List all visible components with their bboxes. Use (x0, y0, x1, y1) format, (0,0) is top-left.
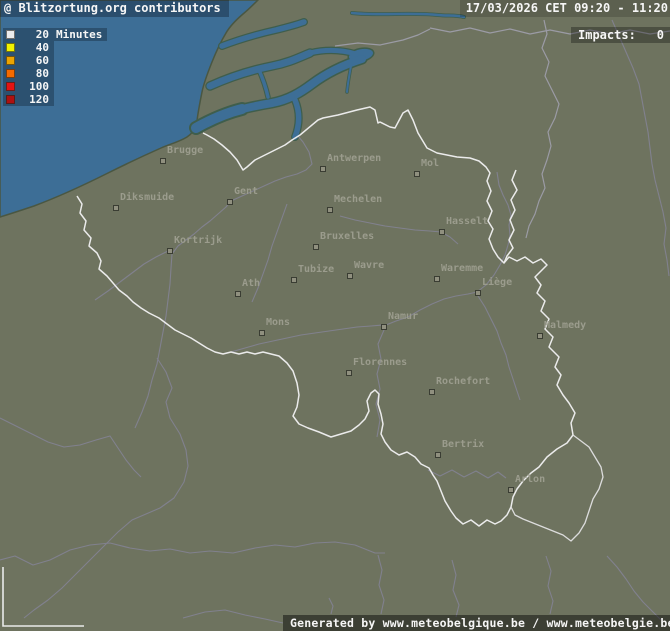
legend-swatch-120 (6, 95, 15, 104)
city-label-kortrijk: Kortrijk (174, 235, 222, 247)
legend-minutes-value: 40 (15, 41, 49, 54)
city-label-mechelen: Mechelen (334, 194, 382, 206)
city-marker-florennes (346, 370, 352, 376)
legend-minutes-value: 120 (15, 93, 49, 106)
city-marker-gent (227, 199, 233, 205)
city-marker-bertrix (435, 452, 441, 458)
legend-row-120: 120 (3, 93, 54, 106)
legend-swatch-20 (6, 30, 15, 39)
city-marker-hasselt (439, 229, 445, 235)
legend-minutes-value: 80 (15, 67, 49, 80)
city-marker-tubize (291, 277, 297, 283)
attribution-text: @ Blitzortung.org contributors (4, 1, 221, 15)
impacts-counter: Impacts: 0 (571, 27, 670, 43)
legend-swatch-80 (6, 69, 15, 78)
city-label-mol: Mol (421, 158, 439, 170)
impacts-value: 0 (657, 27, 664, 43)
legend-swatch-60 (6, 56, 15, 65)
city-marker-namur (381, 324, 387, 330)
age-legend: 20 Minutes 406080100120 (3, 28, 107, 106)
legend-row-60: 60 (3, 54, 54, 67)
city-label-bruxelles: Bruxelles (320, 231, 374, 243)
city-label-namur: Namur (388, 311, 418, 323)
legend-swatch-40 (6, 43, 15, 52)
impacts-label: Impacts: (578, 27, 636, 43)
city-label-malmedy: Malmedy (544, 320, 586, 332)
city-label-ath: Ath (242, 278, 260, 290)
city-marker-brugge (160, 158, 166, 164)
city-label-bertrix: Bertrix (442, 439, 484, 451)
city-marker-mol (414, 171, 420, 177)
city-label-mons: Mons (266, 317, 290, 329)
city-marker-wavre (347, 273, 353, 279)
city-label-arlon: Arlon (515, 474, 545, 486)
city-label-wavre: Wavre (354, 260, 384, 272)
city-marker-mechelen (327, 207, 333, 213)
city-marker-antwerpen (320, 166, 326, 172)
city-label-diksmuide: Diksmuide (120, 192, 174, 204)
city-label-antwerpen: Antwerpen (327, 153, 381, 165)
city-label-hasselt: Hasselt (446, 216, 488, 228)
city-label-brugge: Brugge (167, 145, 203, 157)
city-marker-ath (235, 291, 241, 297)
legend-row-80: 80 (3, 67, 54, 80)
city-label-gent: Gent (234, 186, 258, 198)
city-marker-liège (475, 290, 481, 296)
datetime-text: 17/03/2026 CET 09:20 - 11:20 (466, 1, 668, 15)
city-marker-diksmuide (113, 205, 119, 211)
footer-credit-bar: Generated by www.meteobelgique.be / www.… (283, 615, 670, 631)
city-marker-kortrijk (167, 248, 173, 254)
legend-swatch-100 (6, 82, 15, 91)
city-label-florennes: Florennes (353, 357, 407, 369)
footer-credit-text: Generated by www.meteobelgique.be / www.… (290, 616, 670, 630)
legend-row-20: 20 Minutes (3, 28, 107, 41)
city-marker-waremme (434, 276, 440, 282)
datetime-bar: 17/03/2026 CET 09:20 - 11:20 (460, 0, 670, 17)
legend-row-100: 100 (3, 80, 54, 93)
city-label-tubize: Tubize (298, 264, 334, 276)
legend-row-40: 40 (3, 41, 54, 54)
city-marker-arlon (508, 487, 514, 493)
legend-minutes-value: 60 (15, 54, 49, 67)
city-label-liège: Liège (482, 277, 512, 289)
legend-unit-label: Minutes (56, 28, 102, 41)
attribution-bar: @ Blitzortung.org contributors (0, 0, 229, 17)
legend-minutes-value: 100 (15, 80, 49, 93)
city-marker-bruxelles (313, 244, 319, 250)
legend-minutes-value: 20 (15, 28, 49, 41)
city-label-rochefort: Rochefort (436, 376, 490, 388)
lightning-map-app: Brugge Antwerpen Mol Diksmuide Gent Mechelen H… (0, 0, 670, 631)
city-marker-rochefort (429, 389, 435, 395)
city-marker-mons (259, 330, 265, 336)
city-label-waremme: Waremme (441, 263, 483, 275)
city-marker-malmedy (537, 333, 543, 339)
